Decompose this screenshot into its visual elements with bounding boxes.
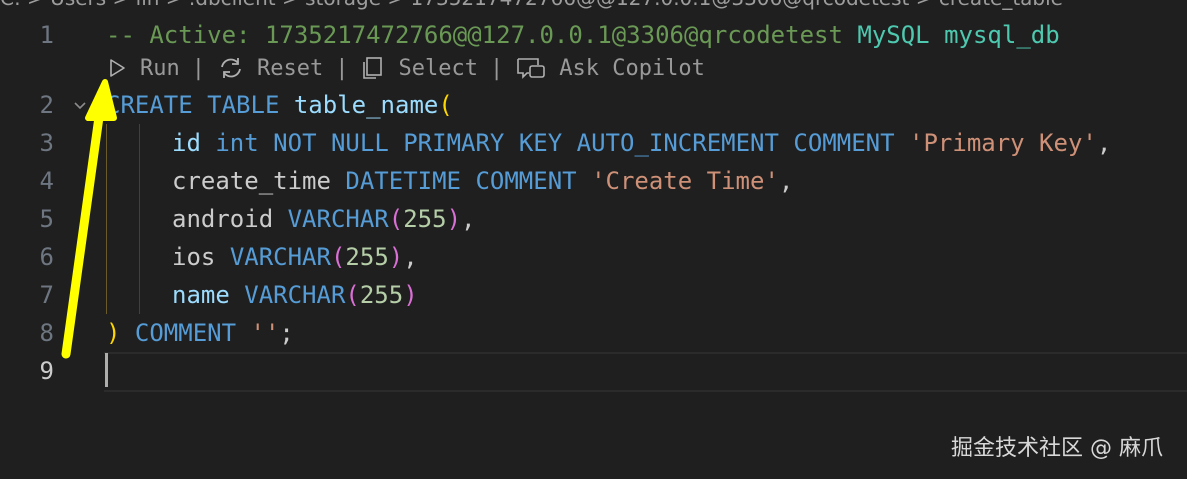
- annotation-arrow: [61, 79, 117, 359]
- watermark: 掘金技术社区 @ 麻爪: [951, 436, 1163, 461]
- code-editor[interactable]: 1 2 3 4 5 6 7 8 9 -- Active: 17352174727…: [0, 0, 1187, 479]
